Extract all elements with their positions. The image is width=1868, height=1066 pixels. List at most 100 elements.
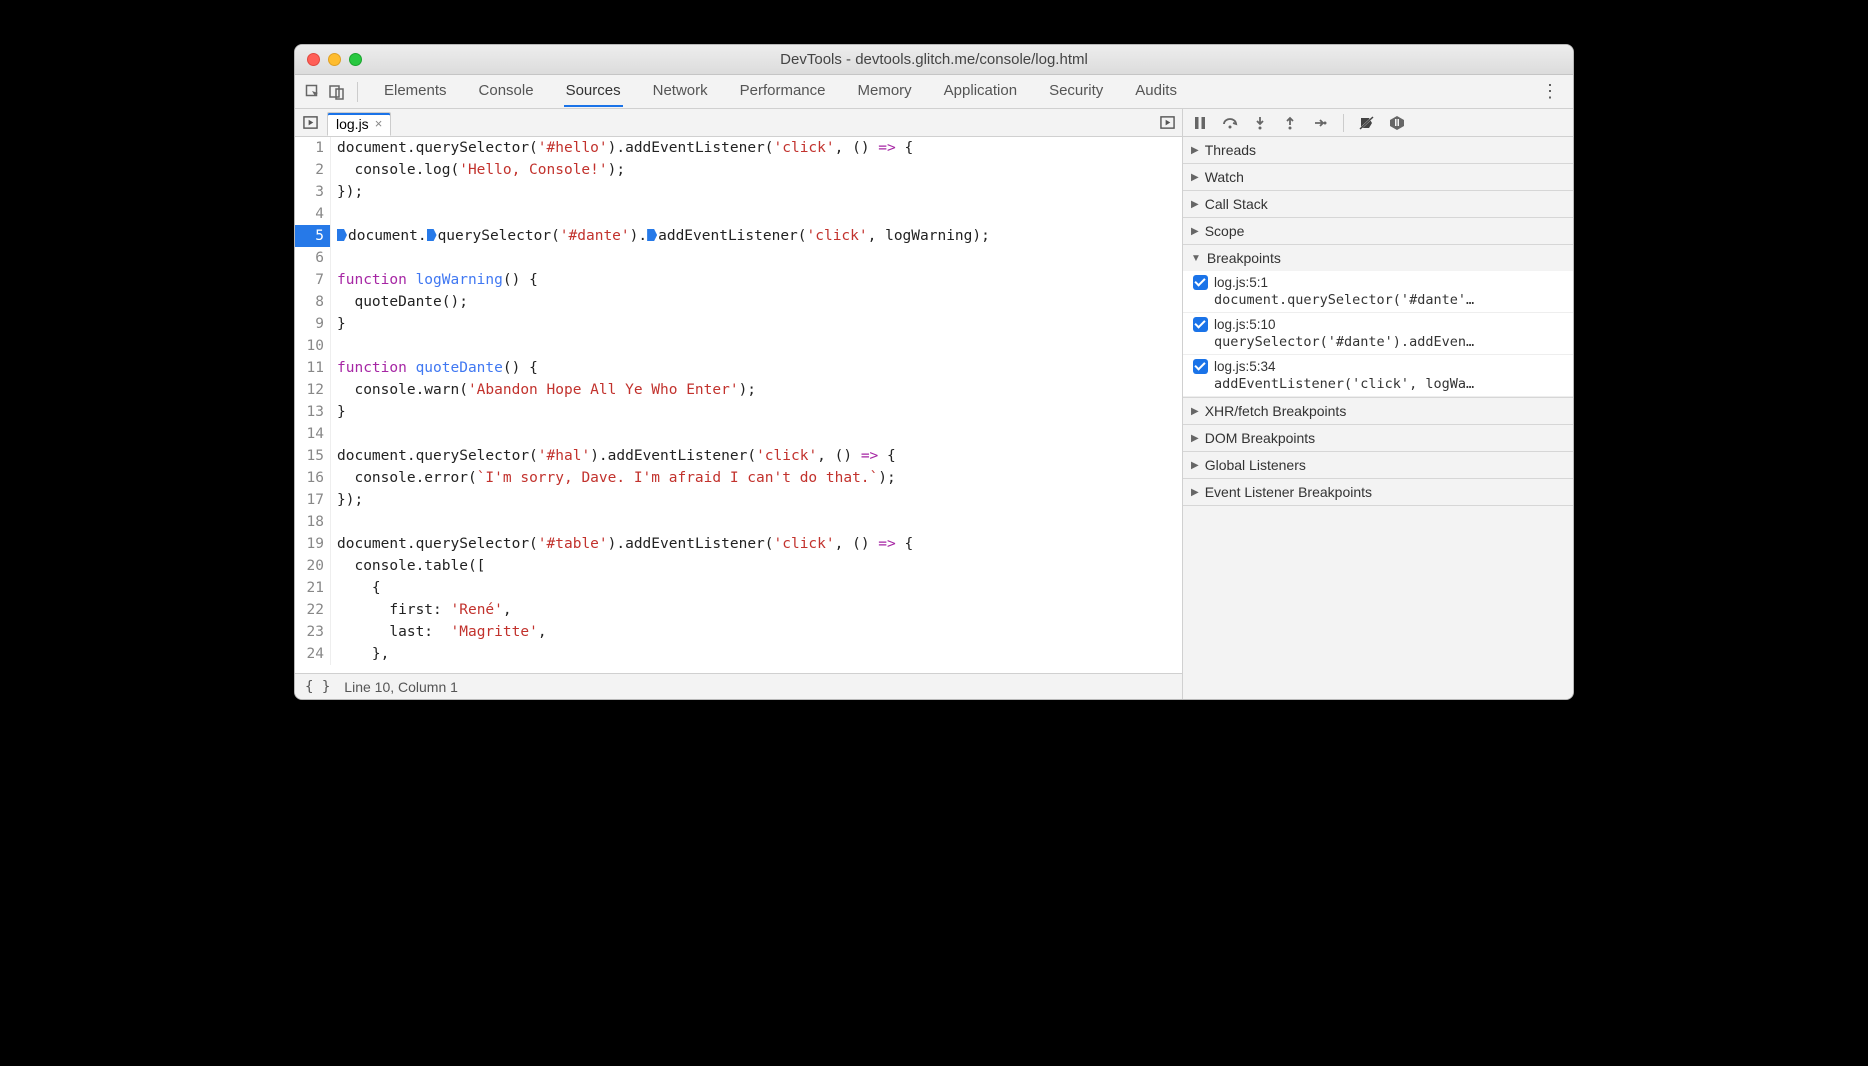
line-number[interactable]: 5 (295, 225, 331, 247)
pause-icon[interactable] (1189, 112, 1211, 134)
panel-tab-audits[interactable]: Audits (1133, 76, 1179, 107)
code-line[interactable]: 21 { (295, 577, 1182, 599)
code-line[interactable]: 13} (295, 401, 1182, 423)
panel-tab-sources[interactable]: Sources (564, 76, 623, 107)
code-editor[interactable]: 1document.querySelector('#hello').addEve… (295, 137, 1182, 673)
section-header[interactable]: ▶XHR/fetch Breakpoints (1183, 398, 1573, 424)
code-line[interactable]: 5document.querySelector('#dante').addEve… (295, 225, 1182, 247)
section-header[interactable]: ▶Scope (1183, 218, 1573, 244)
line-number[interactable]: 19 (295, 533, 331, 555)
more-menu-icon[interactable]: ⋮ (1533, 81, 1567, 102)
pause-on-exceptions-icon[interactable] (1386, 112, 1408, 134)
step-into-icon[interactable] (1249, 112, 1271, 134)
section-header[interactable]: ▼Breakpoints (1183, 245, 1573, 271)
line-number[interactable]: 11 (295, 357, 331, 379)
code-line[interactable]: 2 console.log('Hello, Console!'); (295, 159, 1182, 181)
line-number[interactable]: 14 (295, 423, 331, 445)
code-line[interactable]: 20 console.table([ (295, 555, 1182, 577)
line-number[interactable]: 2 (295, 159, 331, 181)
line-number[interactable]: 16 (295, 467, 331, 489)
more-tabs-icon[interactable] (1156, 112, 1178, 134)
code-line[interactable]: 24 }, (295, 643, 1182, 665)
step-over-icon[interactable] (1219, 112, 1241, 134)
section-header[interactable]: ▶Global Listeners (1183, 452, 1573, 478)
line-number[interactable]: 18 (295, 511, 331, 533)
code-line[interactable]: 18 (295, 511, 1182, 533)
window-title: DevTools - devtools.glitch.me/console/lo… (295, 51, 1573, 68)
code-line[interactable]: 19document.querySelector('#table').addEv… (295, 533, 1182, 555)
line-number[interactable]: 9 (295, 313, 331, 335)
status-bar: { } Line 10, Column 1 (295, 673, 1182, 699)
close-tab-icon[interactable]: × (375, 116, 383, 131)
breakpoint-checkbox[interactable] (1193, 275, 1208, 290)
code-line[interactable]: 11function quoteDante() { (295, 357, 1182, 379)
section-header[interactable]: ▶Event Listener Breakpoints (1183, 479, 1573, 505)
section-event-listener-breakpoints: ▶Event Listener Breakpoints (1183, 479, 1573, 506)
line-number[interactable]: 1 (295, 137, 331, 159)
code-line[interactable]: 17}); (295, 489, 1182, 511)
file-tab-logjs[interactable]: log.js × (327, 112, 391, 136)
code-line[interactable]: 8 quoteDante(); (295, 291, 1182, 313)
section-xhr-fetch-breakpoints: ▶XHR/fetch Breakpoints (1183, 398, 1573, 425)
line-number[interactable]: 3 (295, 181, 331, 203)
navigator-toggle-icon[interactable] (299, 112, 321, 134)
code-line[interactable]: 1document.querySelector('#hello').addEve… (295, 137, 1182, 159)
line-number[interactable]: 8 (295, 291, 331, 313)
line-number[interactable]: 24 (295, 643, 331, 665)
code-line[interactable]: 15document.querySelector('#hal').addEven… (295, 445, 1182, 467)
panel-tab-memory[interactable]: Memory (856, 76, 914, 107)
line-number[interactable]: 12 (295, 379, 331, 401)
line-number[interactable]: 4 (295, 203, 331, 225)
section-header[interactable]: ▶DOM Breakpoints (1183, 425, 1573, 451)
device-toolbar-icon[interactable] (325, 80, 349, 104)
panel-tab-performance[interactable]: Performance (738, 76, 828, 107)
breakpoint-location: log.js:5:10 (1214, 317, 1276, 332)
section-header[interactable]: ▶Threads (1183, 137, 1573, 163)
panel-tab-console[interactable]: Console (477, 76, 536, 107)
panel-tab-elements[interactable]: Elements (382, 76, 449, 107)
code-line[interactable]: 3}); (295, 181, 1182, 203)
code-content (331, 423, 337, 445)
line-number[interactable]: 23 (295, 621, 331, 643)
line-number[interactable]: 21 (295, 577, 331, 599)
code-content (331, 203, 337, 225)
pretty-print-icon[interactable]: { } (305, 679, 330, 695)
code-line[interactable]: 14 (295, 423, 1182, 445)
section-header[interactable]: ▶Call Stack (1183, 191, 1573, 217)
code-line[interactable]: 16 console.error(`I'm sorry, Dave. I'm a… (295, 467, 1182, 489)
debugger-toolbar (1183, 109, 1573, 137)
cursor-position: Line 10, Column 1 (344, 679, 458, 695)
panel-tab-network[interactable]: Network (651, 76, 710, 107)
breakpoint-checkbox[interactable] (1193, 317, 1208, 332)
line-number[interactable]: 10 (295, 335, 331, 357)
code-line[interactable]: 10 (295, 335, 1182, 357)
section-header[interactable]: ▶Watch (1183, 164, 1573, 190)
code-line[interactable]: 7function logWarning() { (295, 269, 1182, 291)
breakpoint-code: document.querySelector('#dante'… (1193, 292, 1565, 308)
line-number[interactable]: 22 (295, 599, 331, 621)
deactivate-breakpoints-icon[interactable] (1356, 112, 1378, 134)
code-line[interactable]: 22 first: 'René', (295, 599, 1182, 621)
breakpoint-item[interactable]: log.js:5:10querySelector('#dante').addEv… (1183, 313, 1573, 355)
line-number[interactable]: 13 (295, 401, 331, 423)
code-line[interactable]: 23 last: 'Magritte', (295, 621, 1182, 643)
code-content: document.querySelector('#hello').addEven… (331, 137, 913, 159)
code-line[interactable]: 9} (295, 313, 1182, 335)
breakpoint-item[interactable]: log.js:5:1document.querySelector('#dante… (1183, 271, 1573, 313)
line-number[interactable]: 7 (295, 269, 331, 291)
line-number[interactable]: 20 (295, 555, 331, 577)
line-number[interactable]: 15 (295, 445, 331, 467)
step-icon[interactable] (1309, 112, 1331, 134)
line-number[interactable]: 6 (295, 247, 331, 269)
section-label: Event Listener Breakpoints (1205, 484, 1372, 500)
breakpoint-checkbox[interactable] (1193, 359, 1208, 374)
panel-tab-application[interactable]: Application (942, 76, 1019, 107)
code-line[interactable]: 12 console.warn('Abandon Hope All Ye Who… (295, 379, 1182, 401)
breakpoint-item[interactable]: log.js:5:34addEventListener('click', log… (1183, 355, 1573, 397)
step-out-icon[interactable] (1279, 112, 1301, 134)
code-line[interactable]: 4 (295, 203, 1182, 225)
code-line[interactable]: 6 (295, 247, 1182, 269)
panel-tab-security[interactable]: Security (1047, 76, 1105, 107)
line-number[interactable]: 17 (295, 489, 331, 511)
inspect-icon[interactable] (301, 80, 325, 104)
